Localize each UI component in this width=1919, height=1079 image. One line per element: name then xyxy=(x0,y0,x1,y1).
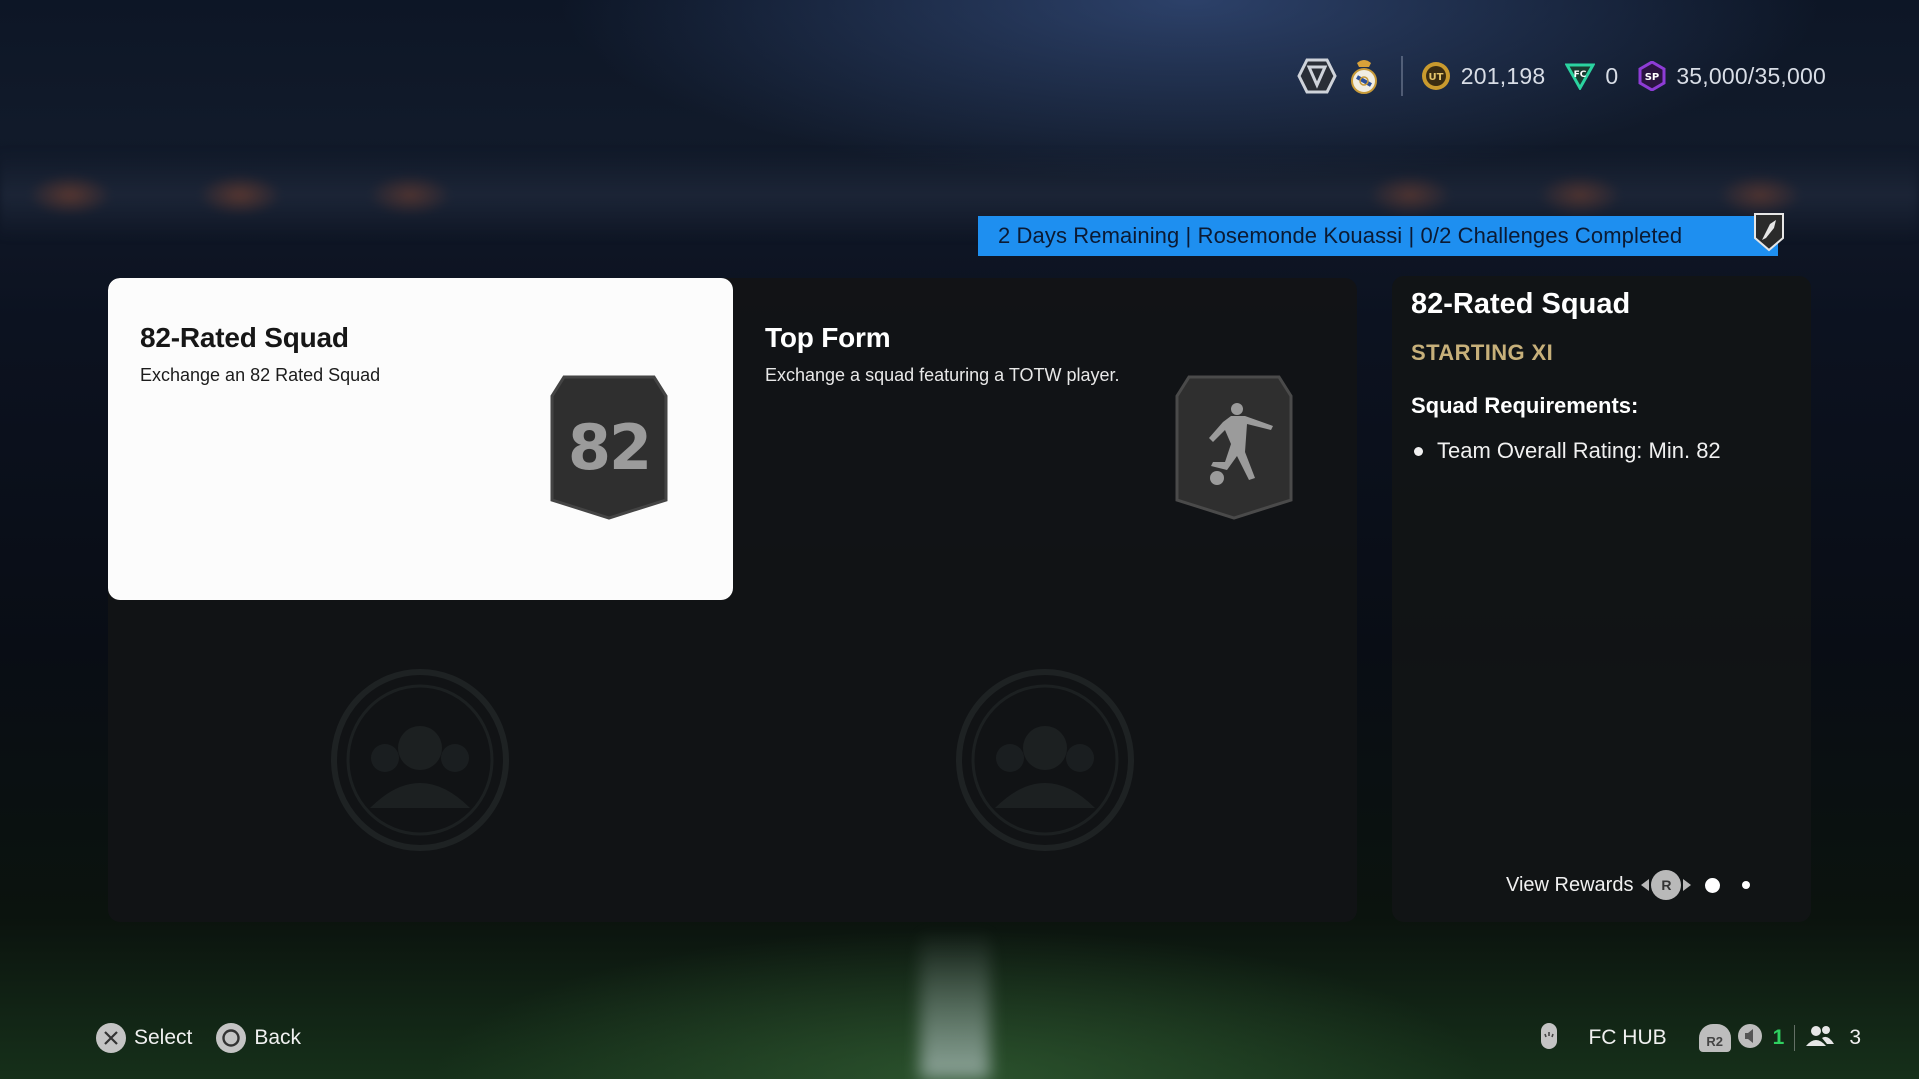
detail-subtitle: STARTING XI xyxy=(1411,340,1554,365)
r-stick-button-icon[interactable]: R xyxy=(1651,870,1682,900)
currency-bar: UT 201,198 FC 0 SP 35,000/35,000 xyxy=(1297,56,1826,96)
requirements-heading: Squad Requirements: xyxy=(1411,393,1639,418)
page-dot[interactable] xyxy=(1742,881,1751,889)
objective-banner: 2 Days Remaining | Rosemonde Kouassi | 0… xyxy=(978,213,1784,256)
select-label: Select xyxy=(134,1026,193,1049)
topbar-divider xyxy=(1400,56,1403,96)
challenge-description: Exchange a squad featuring a TOTW player… xyxy=(765,365,1120,385)
notifications-count: 1 xyxy=(1772,1026,1785,1049)
challenge-title: Top Form xyxy=(765,322,891,353)
friends-icon[interactable] xyxy=(1805,1024,1835,1053)
player-badge-icon xyxy=(1752,210,1786,257)
challenge-card-82-rated-squad[interactable]: 82-Rated Squad Exchange an 82 Rated Squa… xyxy=(108,278,733,600)
fc-hub-label[interactable]: FC HUB xyxy=(1588,1026,1666,1050)
fc-points-icon: FC xyxy=(1565,62,1596,90)
challenge-description: Exchange an 82 Rated Squad xyxy=(140,365,381,385)
cross-button-icon xyxy=(96,1023,126,1053)
requirement-item: Team Overall Rating: Min. 82 xyxy=(1411,438,1721,464)
detail-title: 82-Rated Squad xyxy=(1411,288,1631,320)
view-rewards-label[interactable]: View Rewards xyxy=(1506,874,1633,897)
fc-points-value: 0 xyxy=(1605,62,1619,89)
friends-count: 3 xyxy=(1849,1026,1861,1049)
sp-icon: SP xyxy=(1638,61,1666,91)
rating-badge-value: 82 xyxy=(568,411,650,484)
arrow-left-icon[interactable] xyxy=(1641,879,1650,891)
back-label: Back xyxy=(254,1026,302,1049)
svg-text:FC: FC xyxy=(1574,70,1587,80)
circle-button-icon xyxy=(216,1023,247,1053)
challenges-panel: 82-Rated Squad Exchange an 82 Rated Squa… xyxy=(108,278,1357,922)
hub-divider xyxy=(1794,1025,1796,1051)
coins-value: 201,198 xyxy=(1460,62,1546,89)
select-hint[interactable]: Select xyxy=(96,1023,192,1053)
challenge-detail-panel: 82-Rated Squad STARTING XI Squad Require… xyxy=(1392,276,1811,922)
svg-text:SP: SP xyxy=(1645,72,1660,83)
ut-coins-icon: UT xyxy=(1421,61,1451,91)
rating-badge-icon: 82 xyxy=(550,374,668,525)
footballer-kick-icon xyxy=(1175,374,1293,525)
r2-button-icon[interactable]: R2 xyxy=(1698,1024,1731,1052)
challenge-title: 82-Rated Squad xyxy=(140,322,349,353)
pitch-line-background xyxy=(920,930,990,1079)
svg-text:UT: UT xyxy=(1428,72,1443,83)
squad-emblem-icon xyxy=(330,668,510,857)
requirement-text: Team Overall Rating: Min. 82 xyxy=(1437,438,1721,463)
page-dot-active[interactable] xyxy=(1705,877,1721,893)
bullet-icon xyxy=(1414,446,1423,456)
club-crest-icon[interactable] xyxy=(1349,57,1379,95)
controller-hints: Select Back xyxy=(96,1023,325,1053)
speaker-icon[interactable] xyxy=(1737,1023,1763,1054)
division-rank-icon xyxy=(1297,58,1337,94)
arrow-right-icon[interactable] xyxy=(1683,879,1692,891)
requirements-list: Team Overall Rating: Min. 82 xyxy=(1411,438,1721,464)
hub-bar: FC HUB R2 1 3 xyxy=(1540,1021,1861,1055)
touchpad-icon xyxy=(1540,1022,1558,1055)
squad-emblem-icon xyxy=(955,668,1135,857)
season-points-value: 35,000/35,000 xyxy=(1676,62,1826,89)
challenge-card-top-form[interactable]: Top Form Exchange a squad featuring a TO… xyxy=(733,278,1357,600)
back-hint[interactable]: Back xyxy=(216,1023,301,1053)
banner-text: 2 Days Remaining | Rosemonde Kouassi | 0… xyxy=(998,223,1683,248)
view-rewards-control[interactable]: View Rewards R xyxy=(1506,870,1751,900)
